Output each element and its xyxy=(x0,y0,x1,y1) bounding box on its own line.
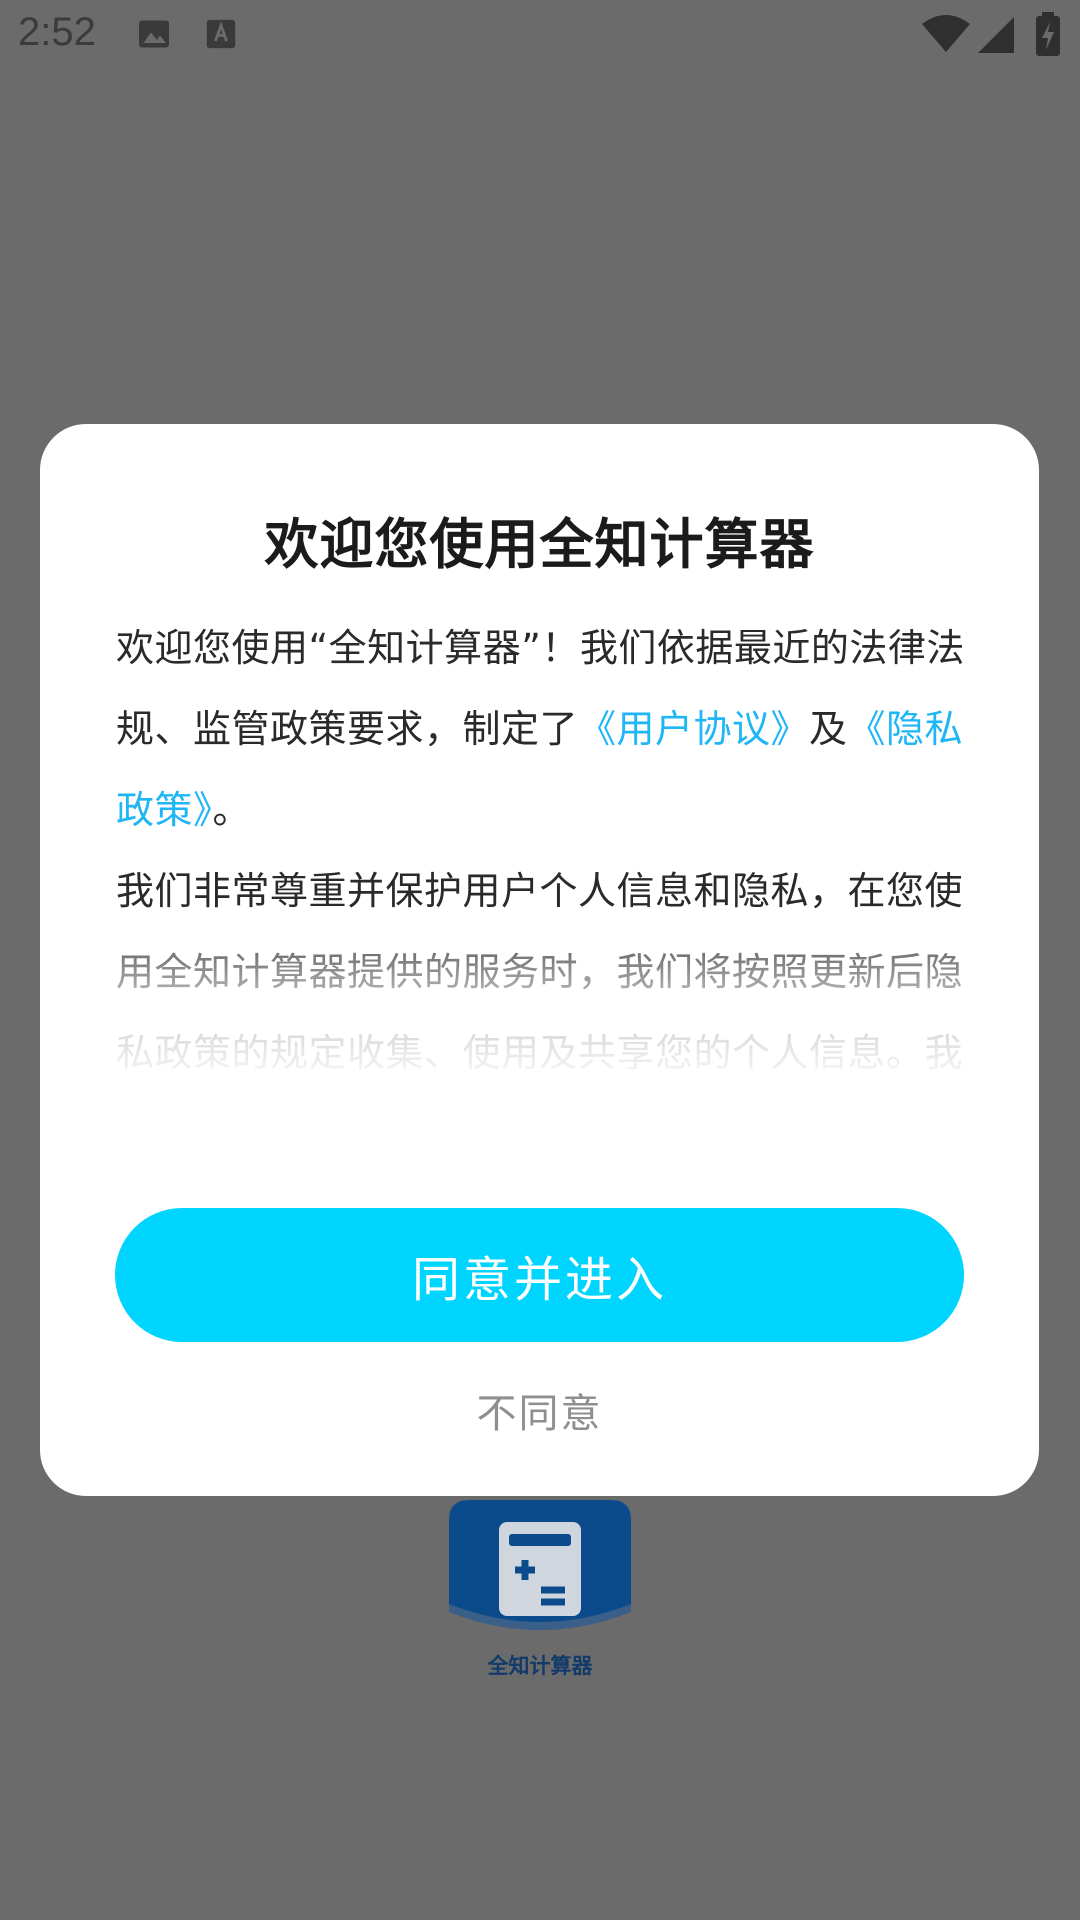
cellular-icon xyxy=(978,16,1014,58)
app-name: 全知计算器 xyxy=(487,1654,593,1678)
dialog-title: 欢迎您使用全知计算器 xyxy=(264,513,815,576)
privacy-dialog: 欢迎您使用全知计算器 欢迎您使用“全知计算器”！我们依据最近的法律法规、监管政策… xyxy=(40,424,1039,1496)
body-text-part: 及 xyxy=(809,707,848,751)
status-bar: 2:52 xyxy=(0,0,1080,72)
scroll-fade xyxy=(116,908,966,1088)
user-agreement-link[interactable]: 《用户协议》 xyxy=(578,707,809,751)
image-icon xyxy=(136,16,172,56)
dialog-body-scroll[interactable]: 欢迎您使用“全知计算器”！我们依据最近的法律法规、监管政策要求，制定了《用户协议… xyxy=(116,608,966,1088)
body-text-part: 。 xyxy=(212,788,252,832)
app-logo xyxy=(449,1500,631,1638)
agree-button[interactable]: 同意并进入 xyxy=(115,1208,964,1342)
dialog-body-paragraph-1: 欢迎您使用“全知计算器”！我们依据最近的法律法规、监管政策要求，制定了《用户协议… xyxy=(116,608,966,851)
decline-button[interactable]: 不同意 xyxy=(40,1374,1039,1454)
text-a-icon xyxy=(204,16,238,56)
wifi-icon xyxy=(922,14,970,58)
status-time: 2:52 xyxy=(18,10,96,54)
battery-charging-icon xyxy=(1036,12,1060,60)
